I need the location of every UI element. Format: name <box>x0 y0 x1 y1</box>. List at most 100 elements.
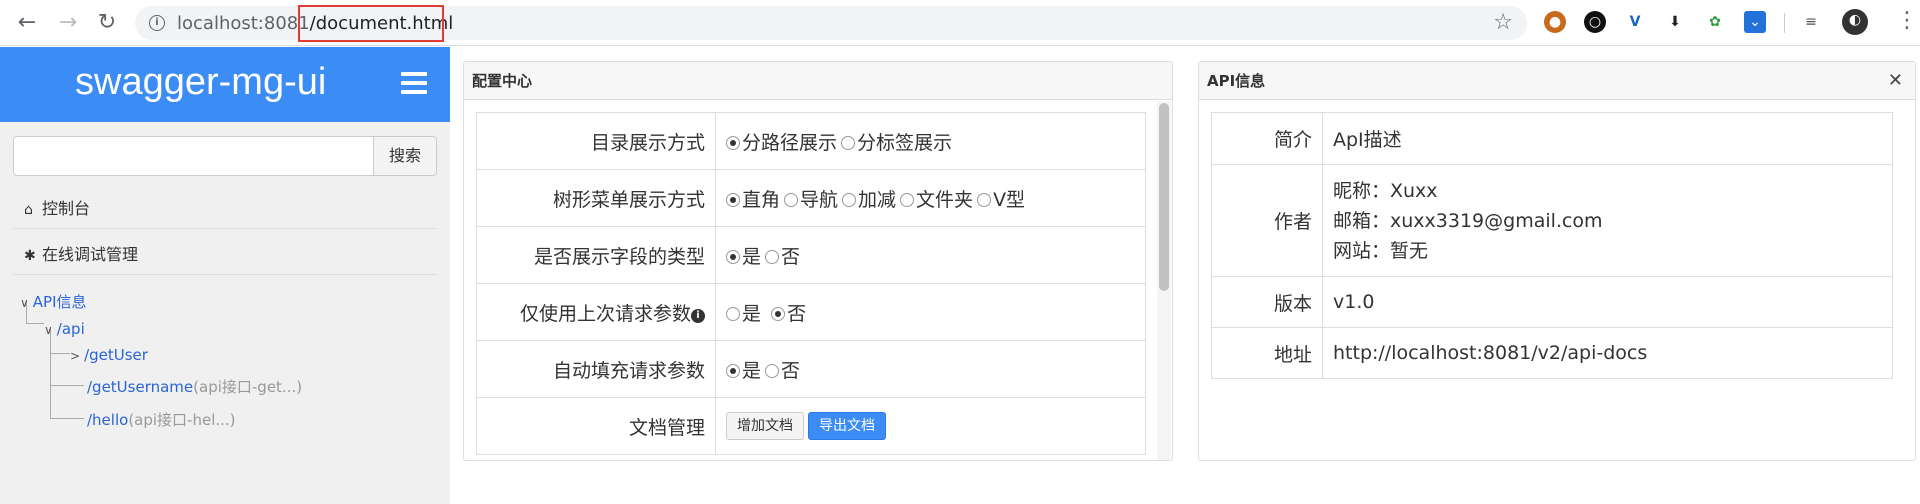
brand-header: swagger-mg-ui <box>0 47 450 122</box>
config-label: 目录展示方式 <box>476 112 716 170</box>
scrollbar[interactable] <box>1157 101 1171 460</box>
option-label: 直角 <box>742 188 781 211</box>
config-table: 目录展示方式 分路径展示 分标签展示 树形菜单展示方式 直角 导航 加减 文件夹 V型 是… <box>476 112 1146 455</box>
info-icon[interactable]: i <box>691 308 705 323</box>
tree-connector <box>50 353 70 354</box>
option-label: 加减 <box>858 188 897 211</box>
close-icon[interactable]: ✕ <box>1888 62 1903 100</box>
chevron-right-icon: > <box>70 349 81 363</box>
radio-checked[interactable] <box>726 363 740 378</box>
api-label: 作者 <box>1211 164 1323 277</box>
radio-unchecked[interactable] <box>765 249 780 264</box>
radio-option[interactable]: 否 <box>765 360 800 382</box>
extension-monkey-icon[interactable]: ● <box>1544 11 1566 33</box>
divider <box>13 274 437 275</box>
tree-node-getuser[interactable]: >/getUser <box>70 346 148 364</box>
tree-node-label: /hello <box>87 411 129 429</box>
tree-connector <box>50 418 84 419</box>
divider <box>13 228 437 229</box>
search-button[interactable]: 搜索 <box>373 136 437 176</box>
panel-title: 配置中心 <box>464 62 1172 100</box>
sidebar-item-label: 控制台 <box>42 199 91 218</box>
extension-download-icon[interactable]: ⬇ <box>1664 11 1686 33</box>
config-row: 是否展示字段的类型 是否 <box>476 226 1146 284</box>
config-row: 树形菜单展示方式 直角 导航 加减 文件夹 V型 <box>476 169 1146 227</box>
api-row: 地址 http://localhost:8081/v2/api-docs <box>1211 327 1893 379</box>
reload-icon[interactable]: ↻ <box>94 10 120 36</box>
radio-unchecked[interactable] <box>784 192 799 207</box>
api-info-table: 简介 ApI描述 作者 昵称：Xuxx 邮箱：xuxx3319@gmail.co… <box>1211 112 1893 379</box>
add-document-button[interactable]: 增加文档 <box>726 412 804 440</box>
config-label-text: 仅使用上次请求参数 <box>519 302 691 325</box>
option-label: 文件夹 <box>916 188 974 211</box>
radio-option[interactable]: 是 <box>726 246 761 268</box>
radio-unchecked[interactable] <box>977 192 992 207</box>
radio-checked[interactable] <box>771 306 786 321</box>
radio-option[interactable]: 是 <box>726 360 761 382</box>
radio-option[interactable]: 否 <box>765 246 800 268</box>
extension-v-icon[interactable]: V <box>1624 11 1646 33</box>
tree-node-desc: (api接口-get...) <box>193 378 303 396</box>
tree-node-label: API信息 <box>32 293 87 311</box>
bug-icon: ✱ <box>24 248 36 264</box>
url-path-highlight <box>298 5 444 42</box>
radio-unchecked[interactable] <box>765 363 780 378</box>
radio-unchecked[interactable] <box>726 306 740 321</box>
scrollbar-thumb[interactable] <box>1159 103 1169 291</box>
config-options: 是否 <box>715 226 1146 284</box>
extension-save-icon[interactable]: ⌄ <box>1744 11 1766 33</box>
radio-option[interactable]: 文件夹 <box>900 189 973 211</box>
hamburger-menu-icon[interactable] <box>401 72 427 99</box>
tree-node-api-group[interactable]: ∨/api <box>44 320 85 338</box>
radio-option[interactable]: 是 <box>726 303 761 325</box>
radio-option[interactable]: 直角 <box>726 189 780 211</box>
radio-unchecked[interactable] <box>841 135 856 150</box>
radio-option[interactable]: 分路径展示 <box>726 132 837 154</box>
reading-list-icon[interactable]: ≡ <box>1800 11 1822 33</box>
panel-title-text: API信息 <box>1207 72 1266 90</box>
tree-node-hello[interactable]: /hello(api接口-hel...) <box>87 409 236 430</box>
sidebar: swagger-mg-ui 搜索 ⌂ 控制台 ✱ 在线调试管理 ∨ API信息 ∨/a… <box>0 47 450 504</box>
toolbar-separator <box>1784 13 1785 33</box>
tree-node-api-info[interactable]: ∨ API信息 <box>20 291 87 312</box>
home-icon: ⌂ <box>24 202 33 218</box>
extension-evernote-icon[interactable]: ✿ <box>1704 11 1726 33</box>
author-site: 网站：暂无 <box>1333 239 1429 262</box>
author-name: 昵称：Xuxx <box>1333 179 1438 202</box>
radio-checked[interactable] <box>726 192 740 207</box>
site-info-icon[interactable]: i <box>149 15 165 31</box>
tree-node-getusername[interactable]: /getUsername(api接口-get...) <box>87 376 302 397</box>
radio-option[interactable]: 分标签展示 <box>841 132 952 154</box>
back-icon[interactable]: ← <box>14 10 40 36</box>
radio-unchecked[interactable] <box>900 192 915 207</box>
export-document-button[interactable]: 导出文档 <box>808 412 886 440</box>
bookmark-star-icon[interactable]: ☆ <box>1493 10 1513 35</box>
api-row: 版本 v1.0 <box>1211 276 1893 328</box>
radio-checked[interactable] <box>726 249 740 264</box>
api-label: 地址 <box>1211 327 1323 379</box>
sidebar-item-console[interactable]: ⌂ 控制台 <box>24 195 90 219</box>
api-label: 简介 <box>1211 112 1323 165</box>
api-value: http://localhost:8081/v2/api-docs <box>1322 327 1893 379</box>
radio-option[interactable]: 加减 <box>842 189 896 211</box>
sidebar-item-label: 在线调试管理 <box>42 245 139 264</box>
tree-node-label: /getUsername <box>87 378 194 396</box>
radio-checked[interactable] <box>726 135 740 150</box>
sidebar-item-online-debug[interactable]: ✱ 在线调试管理 <box>24 241 138 265</box>
config-row: 文档管理 增加文档 导出文档 <box>476 397 1146 455</box>
search-input[interactable] <box>13 136 374 176</box>
radio-option[interactable]: V型 <box>977 189 1025 211</box>
tree-connector <box>26 323 44 324</box>
extension-circle-icon[interactable]: ○ <box>1584 11 1606 33</box>
option-label: 否 <box>787 302 807 325</box>
option-label: 是 <box>742 245 762 268</box>
radio-option[interactable]: 否 <box>771 303 806 325</box>
profile-avatar[interactable]: ◐ <box>1842 9 1868 35</box>
more-menu-icon[interactable]: ⋮ <box>1896 8 1918 33</box>
forward-icon[interactable]: → <box>55 10 81 36</box>
radio-unchecked[interactable] <box>842 192 857 207</box>
tree-node-label: /getUser <box>84 346 148 364</box>
option-label: 是 <box>742 302 762 325</box>
api-row: 作者 昵称：Xuxx 邮箱：xuxx3319@gmail.com 网站：暂无 <box>1211 164 1893 277</box>
radio-option[interactable]: 导航 <box>784 189 838 211</box>
